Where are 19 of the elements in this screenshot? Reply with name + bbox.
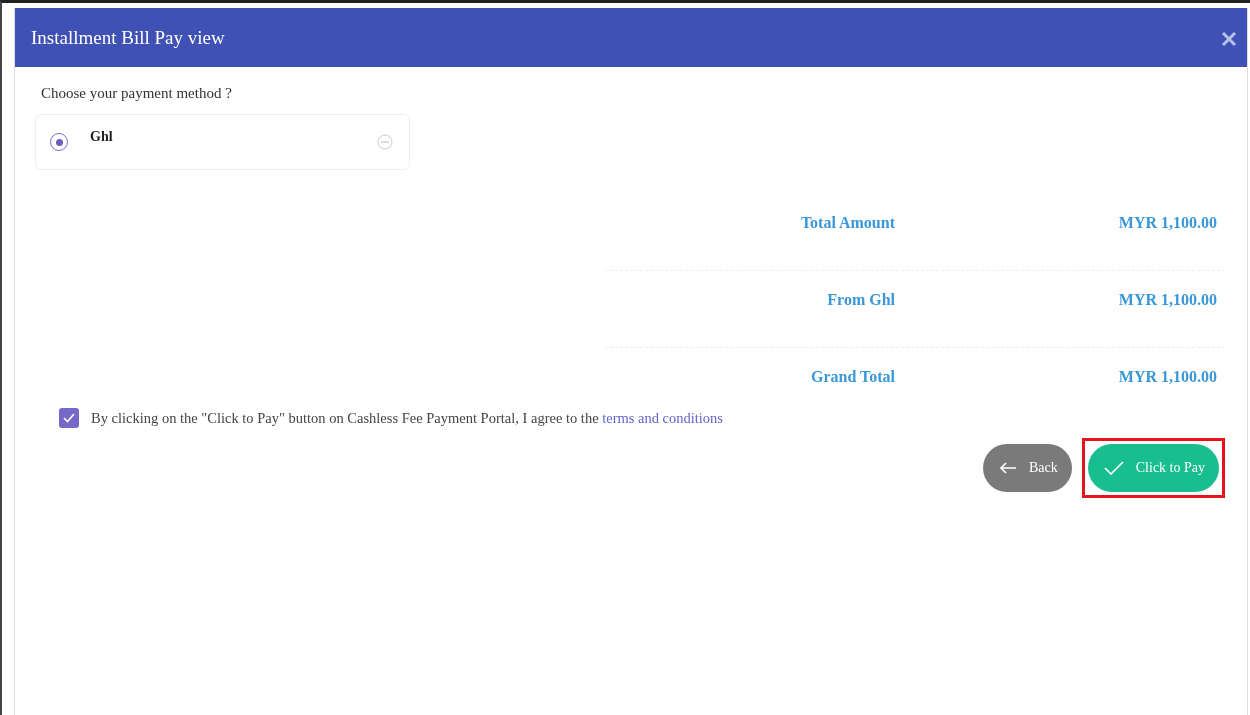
back-button[interactable]: Back: [983, 444, 1072, 492]
summary-label: Grand Total: [809, 368, 895, 386]
agreement-text: By clicking on the "Click to Pay" button on Cashless Fee Payment Portal, I agree to the terms and conditions: [91, 409, 724, 427]
agree-checkbox[interactable]: [59, 408, 79, 428]
summary-value: MYR 1,100.00: [1117, 368, 1218, 386]
summary-label: From Ghl: [826, 291, 895, 309]
check-icon: [63, 413, 75, 423]
arrow-left-icon: [999, 462, 1017, 474]
payment-option[interactable]: Ghl: [35, 114, 410, 170]
summary-value: MYR 1,100.00: [1117, 291, 1218, 309]
payment-prompt: Choose your payment method ?: [41, 85, 233, 102]
logo-icon: [377, 134, 393, 150]
terms-link[interactable]: terms and conditions: [602, 409, 724, 426]
method-name: Ghl: [90, 129, 114, 145]
summary-value: MYR 1,100.00: [1117, 214, 1218, 232]
close-icon: [1221, 30, 1237, 47]
check-icon: [1103, 461, 1124, 475]
summary-label: Total Amount: [799, 214, 895, 232]
modal-title: Installment Bill Pay view: [31, 26, 225, 49]
